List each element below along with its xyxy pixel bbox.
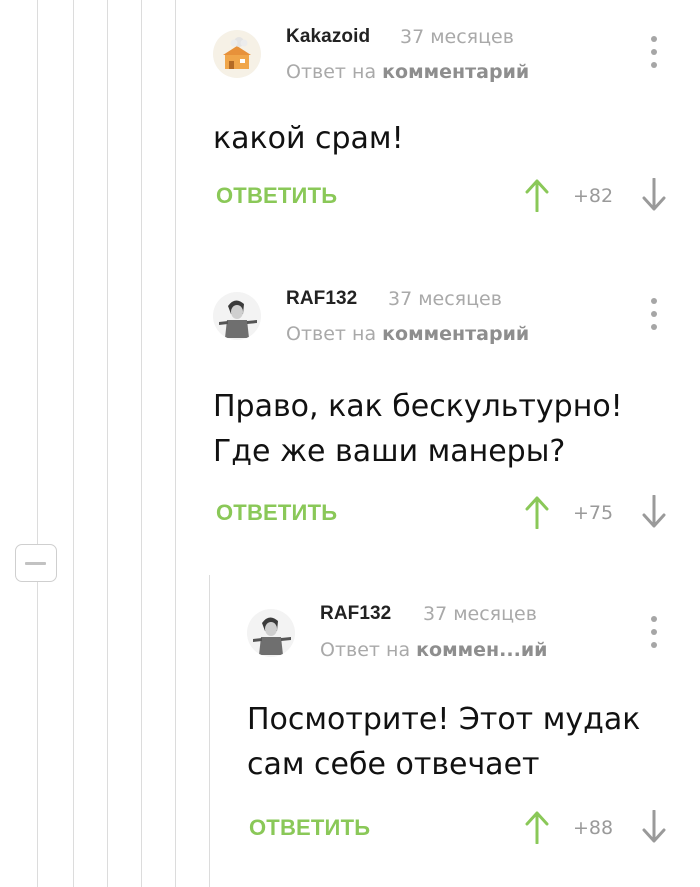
- comment-text-line: сам себе отвечает: [247, 747, 540, 782]
- arrow-down-icon[interactable]: [641, 178, 667, 212]
- rating: +75: [573, 502, 614, 524]
- reply-button[interactable]: ОТВЕТИТЬ: [216, 183, 337, 209]
- reply-to-prefix: Ответ на: [286, 323, 377, 345]
- kebab-menu-icon[interactable]: [648, 294, 660, 334]
- comment-text-line: какой срам!: [213, 121, 404, 156]
- comment-time: 37 месяцев: [423, 603, 537, 625]
- comment-author[interactable]: RAF132: [286, 288, 357, 310]
- reply-to-prefix: Ответ на: [286, 61, 377, 83]
- reply-to-link[interactable]: коммен...ий: [416, 639, 547, 661]
- thread-line: [107, 0, 108, 887]
- comment-text-line: Где же ваши манеры?: [213, 434, 566, 469]
- comment-text-line: Посмотрите! Этот мудак: [247, 702, 641, 737]
- reply-to-link[interactable]: комментарий: [382, 61, 529, 83]
- comment-author[interactable]: RAF132: [320, 603, 391, 625]
- comment-time: 37 месяцев: [388, 288, 502, 310]
- comment-text: Право, как бескультурно! Где же ваши ман…: [213, 384, 623, 474]
- reply-button[interactable]: ОТВЕТИТЬ: [216, 500, 337, 526]
- reply-to-line: Ответ на коммен...ий: [320, 639, 547, 661]
- comment-author[interactable]: Kakazoid: [286, 26, 370, 48]
- thread-line: [141, 0, 142, 887]
- avatar[interactable]: [213, 292, 261, 340]
- kebab-menu-icon[interactable]: [648, 612, 660, 652]
- thread-line: [37, 0, 38, 887]
- thread-line: [209, 575, 210, 887]
- thread-line: [175, 0, 176, 887]
- arrow-up-icon[interactable]: [524, 810, 550, 844]
- reply-button[interactable]: ОТВЕТИТЬ: [249, 815, 370, 841]
- arrow-down-icon[interactable]: [641, 495, 667, 529]
- kebab-menu-icon[interactable]: [648, 32, 660, 72]
- minus-icon: [25, 562, 46, 565]
- arrow-up-icon[interactable]: [524, 495, 550, 529]
- avatar[interactable]: [247, 609, 295, 657]
- avatar[interactable]: [213, 30, 261, 78]
- reply-to-line: Ответ на комментарий: [286, 323, 529, 345]
- arrow-up-icon[interactable]: [524, 178, 550, 212]
- comment-text: какой срам!: [213, 116, 404, 161]
- comment-text: Посмотрите! Этот мудак сам себе отвечает: [247, 697, 640, 787]
- rating: +88: [573, 817, 614, 839]
- thread-line: [73, 0, 74, 887]
- reply-to-prefix: Ответ на: [320, 639, 411, 661]
- arrow-down-icon[interactable]: [641, 810, 667, 844]
- rating: +82: [573, 185, 614, 207]
- reply-to-link[interactable]: комментарий: [382, 323, 529, 345]
- comment-text-line: Право, как бескультурно!: [213, 389, 623, 424]
- collapse-thread-button[interactable]: [15, 544, 57, 582]
- comment-time: 37 месяцев: [400, 26, 514, 48]
- reply-to-line: Ответ на комментарий: [286, 61, 529, 83]
